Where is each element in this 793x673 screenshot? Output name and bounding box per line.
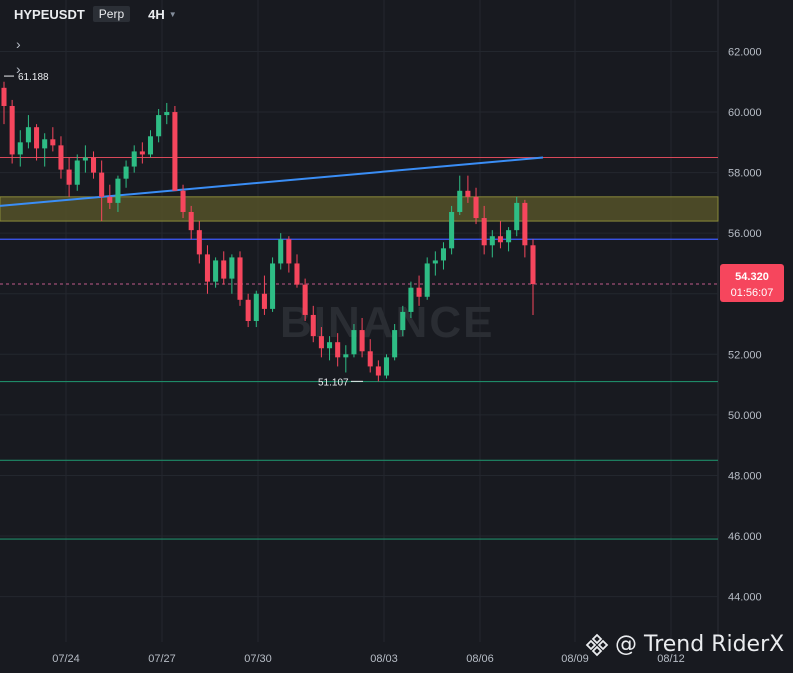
candle-body <box>432 260 438 264</box>
y-tick-label: 58.000 <box>728 168 762 180</box>
candle-body <box>514 202 520 231</box>
candle-body <box>204 254 210 282</box>
candle-body <box>506 230 512 243</box>
x-tick-label: 07/30 <box>244 653 272 665</box>
y-tick-label: 46.000 <box>728 531 762 543</box>
candle-body <box>91 157 97 173</box>
current-price-label: 54.320 <box>735 271 769 283</box>
candle-body <box>131 151 137 167</box>
candle-body <box>74 160 80 185</box>
candle-body <box>172 112 178 191</box>
candle-body <box>245 299 251 321</box>
candle-body <box>82 157 88 161</box>
chart-canvas[interactable]: 44.00046.00048.00050.00052.00054.00056.0… <box>0 0 793 673</box>
candle-body <box>1 87 7 106</box>
candle-body <box>310 314 316 337</box>
candle-body <box>286 239 292 264</box>
candle-body <box>392 330 398 358</box>
candle-body <box>359 330 365 352</box>
x-tick-label: 08/06 <box>466 653 494 665</box>
high-label: 61.188 <box>18 72 49 83</box>
candle-body <box>473 196 479 219</box>
candle-body <box>25 127 31 143</box>
candle-body <box>367 351 373 367</box>
candle-body <box>383 357 390 376</box>
candle-body <box>424 263 430 297</box>
candle-body <box>375 366 381 376</box>
binance-logo-icon <box>585 633 609 656</box>
candle-body <box>270 263 276 309</box>
symbol-name[interactable]: HYPEUSDT <box>14 7 85 22</box>
x-tick-label: 07/27 <box>148 653 176 665</box>
candle-body <box>42 139 48 149</box>
candle-body <box>335 342 341 358</box>
candle-body <box>58 145 64 170</box>
y-tick-label: 60.000 <box>728 107 762 119</box>
candle-body <box>213 260 219 282</box>
candle-body <box>99 172 105 197</box>
candle-body <box>327 342 333 349</box>
candle-body <box>440 248 446 261</box>
candle-body <box>164 112 170 116</box>
candle-body <box>489 236 495 246</box>
price-chart[interactable]: 44.00046.00048.00050.00052.00054.00056.0… <box>0 0 793 673</box>
candle-body <box>522 202 528 246</box>
candle-body <box>530 245 536 285</box>
candle-body <box>188 211 194 231</box>
candle-body <box>408 287 414 312</box>
candle-body <box>9 105 15 155</box>
countdown-label: 01:56:07 <box>731 287 774 299</box>
candle-body <box>156 115 162 137</box>
candle-body <box>115 178 121 203</box>
candle-body <box>416 287 422 297</box>
timeframe-selector[interactable]: 4H <box>148 7 165 22</box>
candle-body <box>237 257 243 300</box>
candle-body <box>107 196 113 203</box>
candle-body <box>123 166 129 179</box>
candle-body <box>400 311 406 331</box>
chevron-right-icon[interactable]: › <box>16 61 21 77</box>
candle-body <box>147 136 154 155</box>
candle-body <box>449 211 455 249</box>
caret-down-icon[interactable]: ▼ <box>169 10 177 19</box>
candle-body <box>343 354 349 358</box>
author-watermark: @ Trend RiderX <box>585 632 784 657</box>
candle-body <box>497 236 503 243</box>
candle-body <box>261 293 267 309</box>
candle-body <box>196 230 202 255</box>
y-tick-label: 62.000 <box>728 46 762 58</box>
y-tick-label: 52.000 <box>728 349 762 361</box>
candle-body <box>139 151 145 155</box>
candle-body <box>229 257 235 279</box>
y-tick-label: 50.000 <box>728 410 762 422</box>
y-tick-label: 56.000 <box>728 228 762 240</box>
candle-body <box>50 139 56 146</box>
candle-body <box>457 190 463 212</box>
candle-body <box>318 336 324 349</box>
candle-body <box>481 218 487 246</box>
y-tick-label: 44.000 <box>728 592 762 604</box>
candle-body <box>221 260 227 279</box>
candle-body <box>278 239 284 264</box>
author-label: @ Trend RiderX <box>615 632 785 657</box>
x-tick-label: 07/24 <box>52 653 80 665</box>
x-tick-label: 08/03 <box>370 653 398 665</box>
candle-body <box>465 190 471 197</box>
y-tick-label: 48.000 <box>728 470 762 482</box>
candle-body <box>66 169 72 185</box>
contract-badge: Perp <box>92 6 131 22</box>
chart-header: HYPEUSDT Perp 4H ▼ <box>14 6 177 22</box>
candle-body <box>351 330 357 355</box>
candle-body <box>294 263 300 285</box>
candle-body <box>34 127 40 149</box>
candle-body <box>17 142 23 155</box>
candle-body <box>302 284 308 315</box>
low-label: 51.107 <box>318 377 349 388</box>
candle-body <box>253 293 259 321</box>
chevron-right-icon[interactable]: › <box>16 36 21 52</box>
candle-body <box>180 190 186 212</box>
